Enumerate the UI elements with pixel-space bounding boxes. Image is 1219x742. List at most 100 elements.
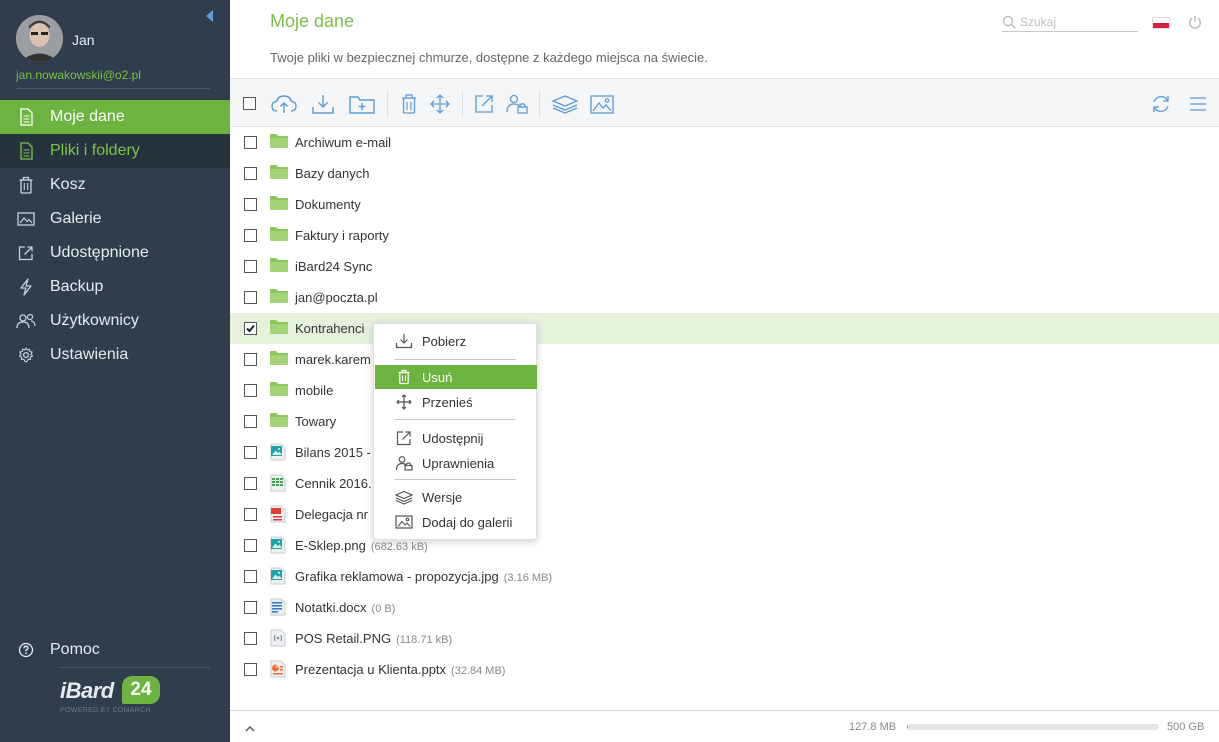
- folder-row[interactable]: Bazy danych: [230, 158, 1219, 189]
- folder-row[interactable]: iBard24 Sync: [230, 251, 1219, 282]
- file-name[interactable]: Archiwum e-mail: [295, 135, 391, 150]
- file-name[interactable]: Kontrahenci: [295, 321, 364, 336]
- refresh-icon[interactable]: [1147, 92, 1175, 116]
- sidebar-item-label: Ustawienia: [50, 346, 129, 363]
- row-checkbox[interactable]: [244, 198, 257, 211]
- sidebar-item-kosz[interactable]: Kosz: [0, 168, 230, 202]
- sidebar-item-label: Użytkownicy: [50, 312, 139, 329]
- file-name[interactable]: Notatki.docx (0 B): [295, 600, 395, 615]
- search-input[interactable]: [1020, 12, 1136, 31]
- search-icon[interactable]: [1002, 15, 1016, 34]
- row-checkbox[interactable]: [244, 663, 257, 676]
- file-name[interactable]: iBard24 Sync: [295, 259, 372, 274]
- row-checkbox[interactable]: [244, 446, 257, 459]
- row-checkbox[interactable]: [244, 477, 257, 490]
- file-name[interactable]: marek.karem: [295, 352, 371, 367]
- logout-power-icon[interactable]: [1188, 15, 1202, 34]
- row-checkbox[interactable]: [244, 167, 257, 180]
- file-row[interactable]: Prezentacja u Klienta.pptx (32.84 MB): [230, 654, 1219, 685]
- layers-icon: [395, 489, 413, 505]
- folder-row[interactable]: Faktury i raporty: [230, 220, 1219, 251]
- divider: [16, 88, 210, 89]
- sidebar-item-backup[interactable]: Backup: [0, 270, 230, 304]
- select-all-checkbox[interactable]: [243, 97, 256, 110]
- row-checkbox[interactable]: [244, 601, 257, 614]
- folder-row[interactable]: Dokumenty: [230, 189, 1219, 220]
- file-name[interactable]: Dokumenty: [295, 197, 361, 212]
- sidebar-item-udostępnione[interactable]: Udostępnione: [0, 236, 230, 270]
- context-menu-label: Udostępnij: [422, 430, 484, 446]
- file-name[interactable]: Bazy danych: [295, 166, 369, 181]
- sidebar-item-galerie[interactable]: Galerie: [0, 202, 230, 236]
- row-checkbox[interactable]: [244, 353, 257, 366]
- add-to-gallery-icon[interactable]: [588, 92, 616, 116]
- row-checkbox[interactable]: [244, 570, 257, 583]
- row-checkbox[interactable]: [244, 229, 257, 242]
- share-icon: [395, 430, 413, 446]
- file-icon: [16, 141, 36, 161]
- upload-icon[interactable]: [270, 92, 298, 116]
- file-name[interactable]: Prezentacja u Klienta.pptx (32.84 MB): [295, 662, 505, 677]
- context-menu-item-layers[interactable]: Wersje: [375, 485, 537, 509]
- folder-icon: [269, 412, 289, 430]
- context-menu-item-permissions[interactable]: Uprawnienia: [375, 451, 537, 475]
- lightning-icon: [16, 277, 36, 297]
- file-name[interactable]: POS Retail.PNG (118.71 kB): [295, 631, 452, 646]
- user-email[interactable]: jan.nowakowskii@o2.pl: [16, 68, 141, 82]
- context-menu-separator: [394, 359, 516, 360]
- row-checkbox[interactable]: [244, 539, 257, 552]
- row-checkbox[interactable]: [244, 632, 257, 645]
- sidebar-item-ustawienia[interactable]: Ustawienia: [0, 338, 230, 372]
- file-row[interactable]: POS Retail.PNG (118.71 kB): [230, 623, 1219, 654]
- delete-icon[interactable]: [395, 92, 423, 116]
- permissions-icon[interactable]: [503, 92, 531, 116]
- row-checkbox[interactable]: [244, 260, 257, 273]
- help-link[interactable]: Pomoc: [0, 633, 230, 667]
- file-name[interactable]: Cennik 2016.: [295, 476, 372, 491]
- file-name[interactable]: E-Sklep.png (682.63 kB): [295, 538, 428, 553]
- row-checkbox[interactable]: [244, 508, 257, 521]
- help-item[interactable]: Pomoc: [0, 633, 230, 667]
- context-menu-item-share[interactable]: Udostępnij: [375, 426, 537, 450]
- file-name[interactable]: Grafika reklamowa - propozycja.jpg (3.16 …: [295, 569, 552, 584]
- versions-icon[interactable]: [551, 92, 579, 116]
- file-name[interactable]: Delegacja nr: [295, 507, 368, 522]
- collapse-sidebar-icon[interactable]: [204, 9, 216, 23]
- file-row[interactable]: Notatki.docx (0 B): [230, 592, 1219, 623]
- trash-icon: [395, 369, 413, 385]
- pdf-file-icon: [269, 505, 289, 523]
- context-menu-label: Wersje: [422, 489, 463, 505]
- file-name[interactable]: Towary: [295, 414, 336, 429]
- file-row[interactable]: Grafika reklamowa - propozycja.jpg (3.16 …: [230, 561, 1219, 592]
- toolbar-separator: [387, 91, 388, 117]
- language-flag-pl-icon[interactable]: [1152, 17, 1170, 29]
- row-checkbox[interactable]: [244, 291, 257, 304]
- new-folder-icon[interactable]: [348, 92, 376, 116]
- row-checkbox[interactable]: [244, 322, 257, 335]
- sidebar-item-moje-dane[interactable]: Moje dane: [0, 100, 230, 134]
- folder-row[interactable]: Archiwum e-mail: [230, 127, 1219, 158]
- file-name[interactable]: jan@poczta.pl: [295, 290, 378, 305]
- file-name-text: Bazy danych: [295, 166, 370, 181]
- context-menu-item-add-gallery[interactable]: Dodaj do galerii: [375, 510, 537, 534]
- ppt-file-icon: [269, 660, 289, 678]
- file-name[interactable]: Faktury i raporty: [295, 228, 389, 243]
- row-checkbox[interactable]: [244, 415, 257, 428]
- move-icon[interactable]: [426, 92, 454, 116]
- context-menu-item-move[interactable]: Przenieś: [375, 390, 537, 414]
- sidebar-item-użytkownicy[interactable]: Użytkownicy: [0, 304, 230, 338]
- chevron-up-icon[interactable]: [244, 721, 256, 739]
- menu-icon[interactable]: [1184, 92, 1212, 116]
- folder-row[interactable]: jan@poczta.pl: [230, 282, 1219, 313]
- share-icon[interactable]: [470, 92, 498, 116]
- context-menu-item-trash[interactable]: Usuń: [375, 365, 537, 389]
- row-checkbox[interactable]: [244, 136, 257, 149]
- avatar[interactable]: [16, 15, 63, 62]
- file-name-text: Delegacja nr: [295, 507, 368, 522]
- context-menu-item-download[interactable]: Pobierz: [375, 329, 537, 353]
- download-icon[interactable]: [309, 92, 337, 116]
- sidebar-item-pliki-i-foldery[interactable]: Pliki i foldery: [0, 134, 230, 168]
- file-name[interactable]: Bilans 2015 -: [295, 445, 371, 460]
- row-checkbox[interactable]: [244, 384, 257, 397]
- file-name[interactable]: mobile: [295, 383, 333, 398]
